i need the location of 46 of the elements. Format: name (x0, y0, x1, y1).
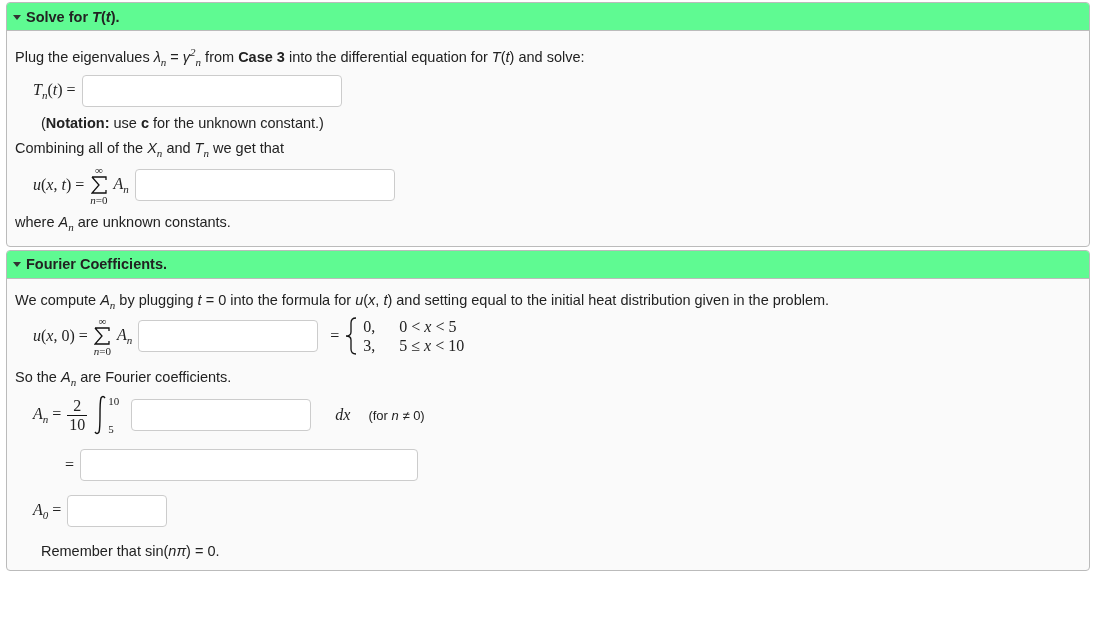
lower-limit: 5 (108, 423, 115, 436)
paragraph: Combining all of the X$_{n}$ and T$_{n}$ we get that (15, 138, 285, 161)
equation-label: = (65, 456, 75, 475)
lower-limit: n=0 (93, 345, 111, 358)
case-value: 3, (363, 336, 377, 356)
disclosure-triangle-icon[interactable] (13, 260, 21, 268)
summand: A$_{n}$ (113, 174, 129, 195)
paragraph: We compute A$_{n}$ by plugging t = 0 into the formula for u(x, t) and setting equal to the initial heat distribution given in the problem. (15, 290, 831, 313)
answer-field[interactable] (80, 449, 419, 482)
answer-field[interactable] (134, 168, 395, 201)
disclosure-triangle-icon[interactable] (13, 12, 21, 21)
upper-limit: ∞ (94, 163, 103, 176)
lower-limit: n=0 (90, 193, 108, 206)
integral-icon (93, 395, 108, 436)
paragraph: So the A$_{n}$ are Fourier coefficients. (15, 368, 233, 391)
section-title: Solve for T(t). (26, 8, 120, 25)
paragraph: where A$_{n}$ are unknown constants. (15, 212, 232, 235)
answer-field[interactable] (67, 495, 168, 528)
answer-field[interactable] (138, 320, 319, 353)
brace-icon (345, 317, 358, 356)
section-header[interactable]: Solve for T(t). (7, 3, 1089, 31)
equation-label: u(x, t) = (33, 175, 85, 194)
note-text: (Notation: use c for the unknown constant.) (41, 113, 325, 133)
paragraph: Plug the eigenvalues λ$_{n}$ = γ$^{2}$$_{n}$ from Case 3 into the differential equation for T(t) and solve: (15, 45, 586, 70)
equation-label: A$_{0}$ = (33, 501, 62, 522)
case-value: 0, (363, 317, 377, 337)
condition-note: (for n ≠ 0) (368, 407, 425, 423)
summand: A$_{n}$ (117, 326, 133, 347)
differential-label: dx (335, 406, 351, 425)
section-title: Fourier Coefficients. (26, 256, 167, 272)
equation-label: u(x, 0) = (33, 327, 88, 346)
answer-field[interactable] (131, 399, 312, 432)
equation-label: A$_{n}$ = (33, 405, 62, 426)
equation-label: T$_{n}$(t) = (33, 80, 76, 101)
denominator: 10 (67, 414, 88, 434)
equals-sign: = (330, 327, 340, 346)
case-condition: 0 < x < 5 (399, 317, 457, 337)
upper-limit: ∞ (98, 315, 107, 328)
numerator: 2 (73, 396, 82, 415)
case-condition: 5 ≤ x < 10 (399, 336, 465, 356)
sigma-icon (90, 175, 107, 194)
upper-limit: 10 (108, 395, 120, 408)
section-header[interactable]: Fourier Coefficients. (7, 250, 1089, 279)
answer-field[interactable] (81, 74, 342, 107)
sigma-icon (94, 327, 111, 346)
note-text: Remember that sin(nπ) = 0. (41, 542, 221, 562)
